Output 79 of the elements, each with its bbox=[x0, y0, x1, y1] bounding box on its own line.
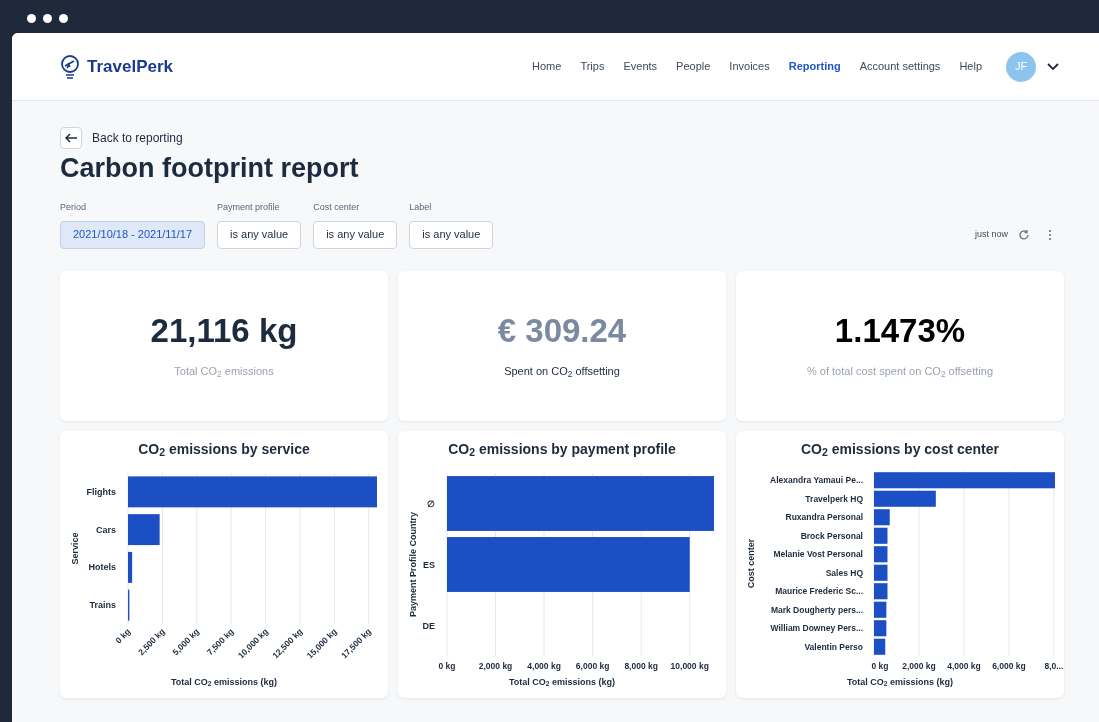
category-label: ES bbox=[423, 559, 435, 569]
metric-value: 1.1473% bbox=[834, 310, 966, 351]
metric-value: € 309.24 bbox=[497, 310, 627, 351]
metric-label: Total CO$_{2}$ emissions bbox=[174, 364, 274, 380]
bar bbox=[874, 582, 888, 599]
tick-label: 6,000 kg bbox=[992, 660, 1026, 671]
bar bbox=[874, 619, 887, 636]
back-link[interactable]: Back to reporting bbox=[92, 129, 183, 147]
axis-title: Total CO$_{2}$ emissions (kg) bbox=[508, 675, 616, 690]
category-label: Mark Dougherty pers... bbox=[770, 604, 863, 615]
category-label: William Downey Pers... bbox=[770, 622, 863, 633]
filter-label: Cost center bbox=[313, 201, 361, 214]
metric-value: 21,116 kg bbox=[150, 310, 298, 351]
category-label: Trains bbox=[89, 599, 116, 610]
filter-label: Label bbox=[409, 201, 433, 214]
category-label: Sales HQ bbox=[825, 567, 863, 578]
last-updated-text: just now bbox=[974, 227, 1008, 241]
bar bbox=[874, 545, 888, 562]
tick-label: 4,000 kg bbox=[947, 660, 981, 671]
nav-link[interactable]: Reporting bbox=[788, 58, 841, 75]
metric-label: % of total cost spent on CO$_{2}$ offsetting bbox=[807, 364, 993, 380]
page-title: Carbon footprint report bbox=[60, 152, 360, 185]
nav-link[interactable]: People bbox=[676, 58, 711, 75]
tick-label: 2,000 kg bbox=[902, 660, 936, 671]
bar bbox=[874, 638, 886, 655]
tick-label: 0 kg bbox=[113, 625, 133, 645]
filter-dropdown[interactable]: is any value bbox=[313, 220, 398, 249]
category-label: Cars bbox=[96, 524, 116, 535]
category-label: Hotels bbox=[88, 561, 116, 572]
brand-name[interactable]: TravelPerk bbox=[87, 53, 173, 80]
category-label: Ruxandra Personal bbox=[785, 511, 863, 522]
refresh-icon[interactable] bbox=[1018, 228, 1030, 241]
nav-link[interactable]: Account settings bbox=[859, 58, 941, 75]
back-button[interactable] bbox=[60, 127, 82, 149]
tick-label: 0 kg bbox=[871, 660, 889, 671]
tick-label: 8,000 kg bbox=[624, 660, 658, 671]
arrow-left-icon bbox=[64, 133, 78, 143]
chart-title: CO$_{2}$ emissions by cost center bbox=[801, 439, 999, 459]
category-label: DE bbox=[422, 620, 435, 630]
category-label: ∅ bbox=[427, 498, 435, 508]
axis-title: Total CO$_{2}$ emissions (kg) bbox=[846, 675, 954, 690]
filter-dropdown[interactable]: 2021/10/18 - 2021/11/17 bbox=[60, 220, 206, 249]
tick-label: 8,0... bbox=[1044, 660, 1064, 671]
bar bbox=[874, 527, 888, 544]
logo-icon bbox=[59, 54, 81, 79]
bar bbox=[128, 513, 160, 545]
bar bbox=[874, 564, 888, 581]
category-label: Melanie Vost Personal bbox=[773, 548, 863, 559]
nav-link[interactable]: Events bbox=[623, 58, 658, 75]
category-label: Brock Personal bbox=[800, 530, 863, 541]
bar bbox=[874, 601, 887, 618]
category-label: Flights bbox=[86, 486, 116, 497]
chart-title: CO$_{2}$ emissions by payment profile bbox=[448, 439, 676, 459]
filter-dropdown[interactable]: is any value bbox=[409, 220, 494, 249]
tick-label: 4,000 kg bbox=[527, 660, 561, 671]
chevron-down-icon[interactable] bbox=[1047, 62, 1059, 71]
category-label: Alexandra Yamaui Pe... bbox=[770, 474, 863, 485]
filter-label: Payment profile bbox=[217, 201, 281, 214]
bar bbox=[128, 551, 133, 583]
category-label: Travelperk HQ bbox=[805, 493, 863, 504]
chart-title: CO$_{2}$ emissions by service bbox=[138, 439, 310, 459]
metric-label: Spent on CO$_{2}$ offsetting bbox=[504, 364, 620, 380]
filter-label: Period bbox=[60, 201, 87, 214]
category-label: Maurice Frederic Sc... bbox=[775, 585, 863, 596]
nav-link[interactable]: Trips bbox=[580, 58, 605, 75]
filter-dropdown[interactable]: is any value bbox=[217, 220, 302, 249]
axis-title: Total CO$_{2}$ emissions (kg) bbox=[170, 675, 278, 690]
axis-title: Payment Profile Country bbox=[408, 511, 418, 617]
tick-label: 0 kg bbox=[438, 660, 456, 671]
more-options-icon[interactable] bbox=[1048, 228, 1052, 241]
nav-link[interactable]: Help bbox=[959, 58, 982, 75]
category-label: Valentin Perso bbox=[804, 641, 863, 652]
tick-label: 6,000 kg bbox=[575, 660, 610, 671]
axis-title: Service bbox=[70, 532, 80, 564]
nav-link[interactable]: Invoices bbox=[729, 58, 770, 75]
axis-title: Cost center bbox=[746, 538, 756, 588]
tick-label: 2,000 kg bbox=[478, 660, 513, 671]
tick-label: 10,000 kg bbox=[670, 660, 709, 671]
nav-link[interactable]: Home bbox=[532, 58, 562, 75]
